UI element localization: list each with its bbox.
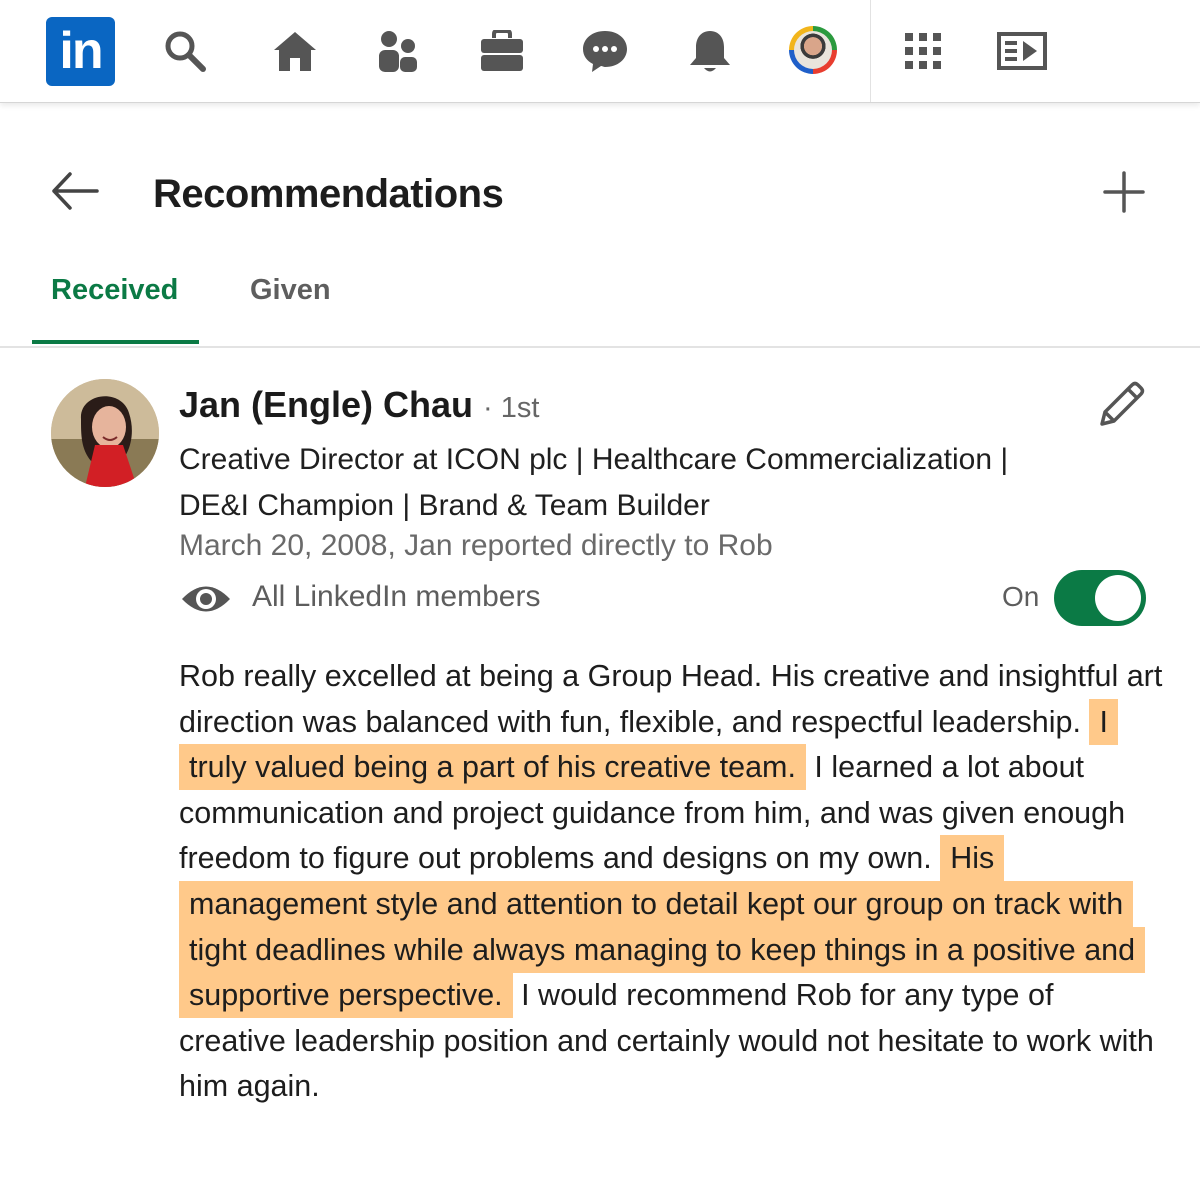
recommendation-text: Rob really excelled at being a Group Hea… xyxy=(179,654,1164,1110)
recommender-headline: Creative Director at ICON plc | Healthca… xyxy=(179,443,1009,522)
connection-degree: · 1st xyxy=(483,392,540,424)
profile-avatar[interactable] xyxy=(789,26,837,74)
recommender-name[interactable]: Jan (Engle) Chau xyxy=(179,384,473,425)
relationship-date: March 20, 2008, Jan reported directly to… xyxy=(179,529,773,562)
active-tab-indicator xyxy=(32,340,199,344)
recommendation-text-part: Rob really excelled at being a Group Hea… xyxy=(179,659,1163,739)
tab-given[interactable]: Given xyxy=(250,274,331,307)
nav-divider xyxy=(870,0,871,102)
visibility-label: All LinkedIn members xyxy=(252,580,541,613)
tab-bar: Received Given xyxy=(0,258,1200,348)
recommender-name-line: Jan (Engle) Chau · 1st xyxy=(179,384,539,426)
top-navigation-bar: in xyxy=(0,0,1200,103)
apps-grid-icon[interactable] xyxy=(898,26,948,76)
visibility-toggle[interactable] xyxy=(1054,570,1146,626)
learning-icon[interactable] xyxy=(997,26,1047,76)
messaging-icon[interactable] xyxy=(580,26,630,76)
back-arrow-icon[interactable] xyxy=(50,170,100,212)
jobs-icon[interactable] xyxy=(477,26,527,76)
search-icon[interactable] xyxy=(160,26,210,76)
toggle-knob xyxy=(1095,575,1141,621)
linkedin-logo[interactable]: in xyxy=(46,17,115,86)
my-network-icon[interactable] xyxy=(373,26,423,76)
pencil-edit-icon[interactable] xyxy=(1096,380,1146,430)
page-title: Recommendations xyxy=(153,172,504,216)
recommender-avatar[interactable] xyxy=(51,379,159,487)
home-icon[interactable] xyxy=(270,26,320,76)
notifications-icon[interactable] xyxy=(685,26,735,76)
add-icon[interactable] xyxy=(1102,170,1146,214)
toggle-label: On xyxy=(1002,581,1040,612)
tab-received[interactable]: Received xyxy=(51,274,178,307)
eye-icon xyxy=(180,580,232,618)
